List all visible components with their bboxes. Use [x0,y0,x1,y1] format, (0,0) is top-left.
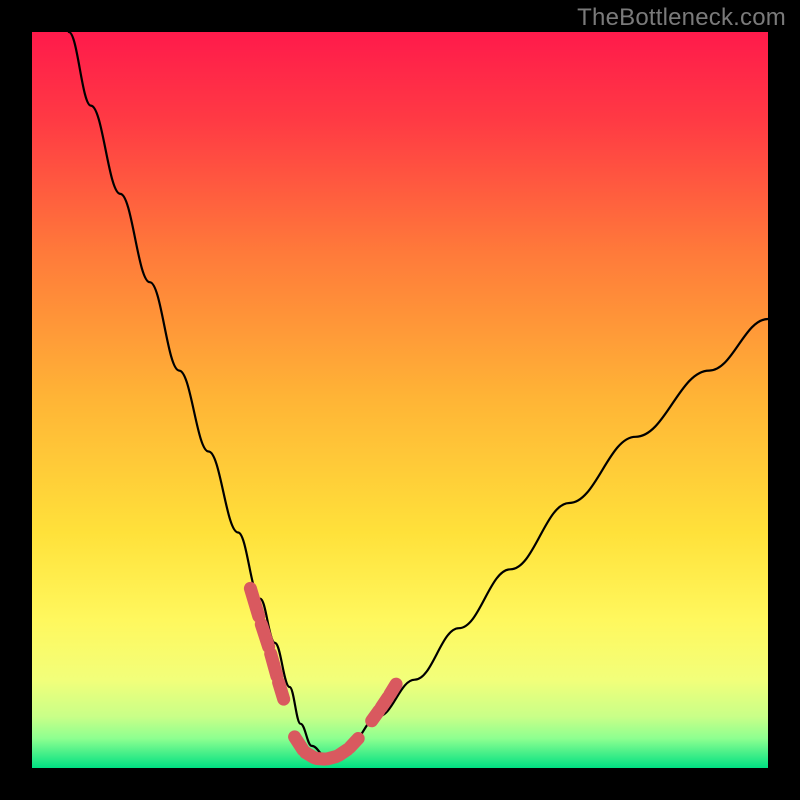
watermark-text: TheBottleneck.com [577,4,786,32]
highlight-dash [250,588,258,616]
chart-frame: TheBottleneck.com [0,0,800,800]
chart-svg [0,0,800,800]
highlight-dash [271,654,277,676]
highlight-dash [350,739,358,748]
highlight-dash [390,684,396,694]
highlight-dash [261,624,268,646]
highlight-dash [279,682,284,699]
plot-background [32,32,768,768]
